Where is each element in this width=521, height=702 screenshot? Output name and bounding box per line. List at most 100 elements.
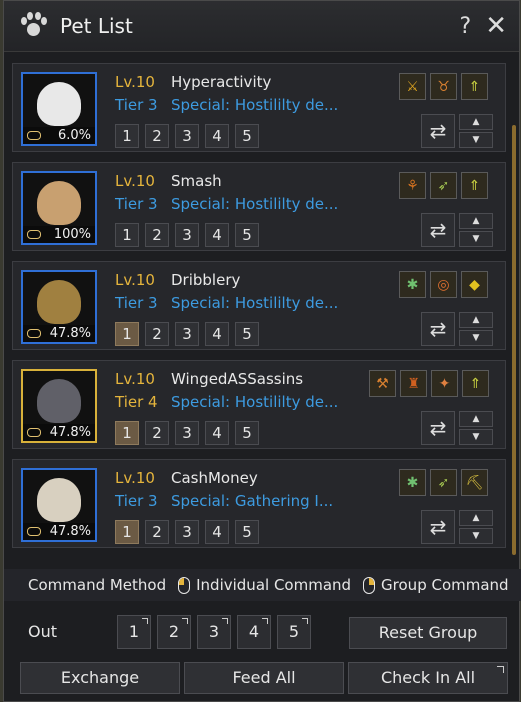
group-slot-3[interactable]: 3 bbox=[175, 124, 199, 148]
feed-all-button[interactable]: Feed All bbox=[184, 662, 344, 694]
group-slot-5[interactable]: 5 bbox=[235, 322, 259, 346]
move-down-button[interactable]: ▼ bbox=[459, 528, 493, 544]
pet-portrait[interactable]: 47.8% bbox=[21, 468, 97, 542]
group-slots: 12345 bbox=[115, 124, 259, 148]
check-in-all-button[interactable]: Check In All bbox=[348, 662, 508, 694]
pet-card[interactable]: 6.0% Lv.10 Hyperactivity Tier 3 Special:… bbox=[12, 63, 506, 152]
help-button[interactable]: ? bbox=[460, 14, 472, 39]
group-slot-3[interactable]: 3 bbox=[175, 223, 199, 247]
hunger-percent: 47.8% bbox=[49, 326, 91, 341]
pet-portrait[interactable]: 47.8% bbox=[21, 369, 97, 443]
hunger-bar: 47.8% bbox=[23, 424, 95, 441]
swap-icon[interactable]: ⇄ bbox=[421, 510, 455, 544]
wheat-icon[interactable]: ⚘ bbox=[399, 172, 426, 199]
move-up-button[interactable]: ▲ bbox=[459, 114, 493, 130]
arrow-up-icon[interactable]: ⇑ bbox=[461, 73, 488, 100]
target-icon[interactable]: ◎ bbox=[430, 271, 457, 298]
swap-icon[interactable]: ⇄ bbox=[421, 411, 455, 445]
gem-icon[interactable]: ◆ bbox=[461, 271, 488, 298]
move-up-button[interactable]: ▲ bbox=[459, 510, 493, 526]
group-slot-2[interactable]: 2 bbox=[145, 421, 169, 445]
hunger-percent: 6.0% bbox=[57, 128, 91, 143]
wing-icon[interactable]: ➶ bbox=[430, 469, 457, 496]
sword-icon[interactable]: ⚔ bbox=[399, 73, 426, 100]
pet-card[interactable]: 47.8% Lv.10 WingedASSassins Tier 4 Speci… bbox=[12, 360, 506, 449]
arrow-up-icon[interactable]: ⇑ bbox=[461, 172, 488, 199]
pet-portrait[interactable]: 47.8% bbox=[21, 270, 97, 344]
close-button[interactable]: ✕ bbox=[485, 11, 507, 41]
group-slot-3[interactable]: 3 bbox=[175, 322, 199, 346]
pet-portrait[interactable]: 100% bbox=[21, 171, 97, 245]
group-slot-5[interactable]: 5 bbox=[235, 421, 259, 445]
group-slot-3[interactable]: 3 bbox=[175, 421, 199, 445]
group-slot-5[interactable]: 5 bbox=[235, 520, 259, 544]
move-down-button[interactable]: ▼ bbox=[459, 231, 493, 247]
pet-card[interactable]: 100% Lv.10 Smash Tier 3 Special: Hostili… bbox=[12, 162, 506, 251]
group-slot-2[interactable]: 2 bbox=[145, 124, 169, 148]
group-slot-4[interactable]: 4 bbox=[205, 223, 229, 247]
pet-level: Lv.10 bbox=[115, 172, 155, 190]
group-slot-2[interactable]: 2 bbox=[145, 520, 169, 544]
fox-icon[interactable]: ✦ bbox=[431, 370, 458, 397]
move-down-button[interactable]: ▼ bbox=[459, 429, 493, 445]
group-slot-2[interactable]: 2 bbox=[145, 322, 169, 346]
mouse-right-icon bbox=[363, 576, 376, 594]
hunger-bar: 47.8% bbox=[23, 523, 95, 540]
group-slot-2[interactable]: 2 bbox=[145, 223, 169, 247]
out-slot-2[interactable]: 2 bbox=[157, 615, 191, 649]
feed-all-label: Feed All bbox=[232, 668, 296, 687]
bag-icon[interactable]: ♜ bbox=[400, 370, 427, 397]
swap-icon[interactable]: ⇄ bbox=[421, 312, 455, 346]
group-slot-4[interactable]: 4 bbox=[205, 322, 229, 346]
group-slot-1[interactable]: 1 bbox=[115, 223, 139, 247]
out-slot-5[interactable]: 5 bbox=[277, 615, 311, 649]
list-scrollbar[interactable] bbox=[512, 125, 516, 555]
out-slot-4[interactable]: 4 bbox=[237, 615, 271, 649]
pet-name: Dribblery bbox=[171, 271, 241, 289]
hunger-bar: 47.8% bbox=[23, 325, 95, 342]
group-slot-1[interactable]: 1 bbox=[115, 421, 139, 445]
group-slot-3[interactable]: 3 bbox=[175, 520, 199, 544]
move-up-button[interactable]: ▲ bbox=[459, 411, 493, 427]
group-slot-1[interactable]: 1 bbox=[115, 520, 139, 544]
pet-tier: Tier 3 bbox=[115, 96, 158, 114]
pet-portrait[interactable]: 6.0% bbox=[21, 72, 97, 146]
order-buttons: ▲ ▼ bbox=[459, 114, 493, 148]
group-slot-1[interactable]: 1 bbox=[115, 322, 139, 346]
pet-card[interactable]: 47.8% Lv.10 CashMoney Tier 3 Special: Ga… bbox=[12, 459, 506, 548]
group-slot-1[interactable]: 1 bbox=[115, 124, 139, 148]
hammer-icon[interactable]: ⚒ bbox=[369, 370, 396, 397]
pickaxe-icon[interactable]: ⛏ bbox=[461, 469, 488, 496]
pet-list[interactable]: 6.0% Lv.10 Hyperactivity Tier 3 Special:… bbox=[12, 63, 512, 557]
out-slot-1[interactable]: 1 bbox=[117, 615, 151, 649]
pet-level: Lv.10 bbox=[115, 271, 155, 289]
pet-level: Lv.10 bbox=[115, 73, 155, 91]
paw-icon[interactable]: ✱ bbox=[399, 271, 426, 298]
title-bar[interactable]: Pet List ? ✕ bbox=[4, 1, 519, 52]
move-down-button[interactable]: ▼ bbox=[459, 132, 493, 148]
pet-list-window: Pet List ? ✕ 6.0% Lv.10 Hyperactivity Ti… bbox=[3, 0, 521, 702]
paw-icon[interactable]: ✱ bbox=[399, 469, 426, 496]
pet-name: CashMoney bbox=[171, 469, 258, 487]
feed-bowl-icon bbox=[27, 329, 41, 338]
skill-icons: ⚘ ➶ ⇑ bbox=[399, 172, 488, 199]
swap-icon[interactable]: ⇄ bbox=[421, 114, 455, 148]
exchange-label: Exchange bbox=[60, 668, 140, 687]
group-slot-4[interactable]: 4 bbox=[205, 520, 229, 544]
move-up-button[interactable]: ▲ bbox=[459, 213, 493, 229]
exchange-button[interactable]: Exchange bbox=[20, 662, 180, 694]
group-slot-4[interactable]: 4 bbox=[205, 124, 229, 148]
pet-card[interactable]: 47.8% Lv.10 Dribblery Tier 3 Special: Ho… bbox=[12, 261, 506, 350]
move-up-button[interactable]: ▲ bbox=[459, 312, 493, 328]
swap-icon[interactable]: ⇄ bbox=[421, 213, 455, 247]
horn-icon[interactable]: ♉ bbox=[430, 73, 457, 100]
move-down-button[interactable]: ▼ bbox=[459, 330, 493, 346]
wing-icon[interactable]: ➶ bbox=[430, 172, 457, 199]
group-slot-5[interactable]: 5 bbox=[235, 124, 259, 148]
order-buttons: ▲ ▼ bbox=[459, 213, 493, 247]
reset-group-button[interactable]: Reset Group bbox=[349, 617, 507, 649]
arrow-up-icon[interactable]: ⇑ bbox=[462, 370, 489, 397]
group-slot-4[interactable]: 4 bbox=[205, 421, 229, 445]
group-slot-5[interactable]: 5 bbox=[235, 223, 259, 247]
out-slot-3[interactable]: 3 bbox=[197, 615, 231, 649]
